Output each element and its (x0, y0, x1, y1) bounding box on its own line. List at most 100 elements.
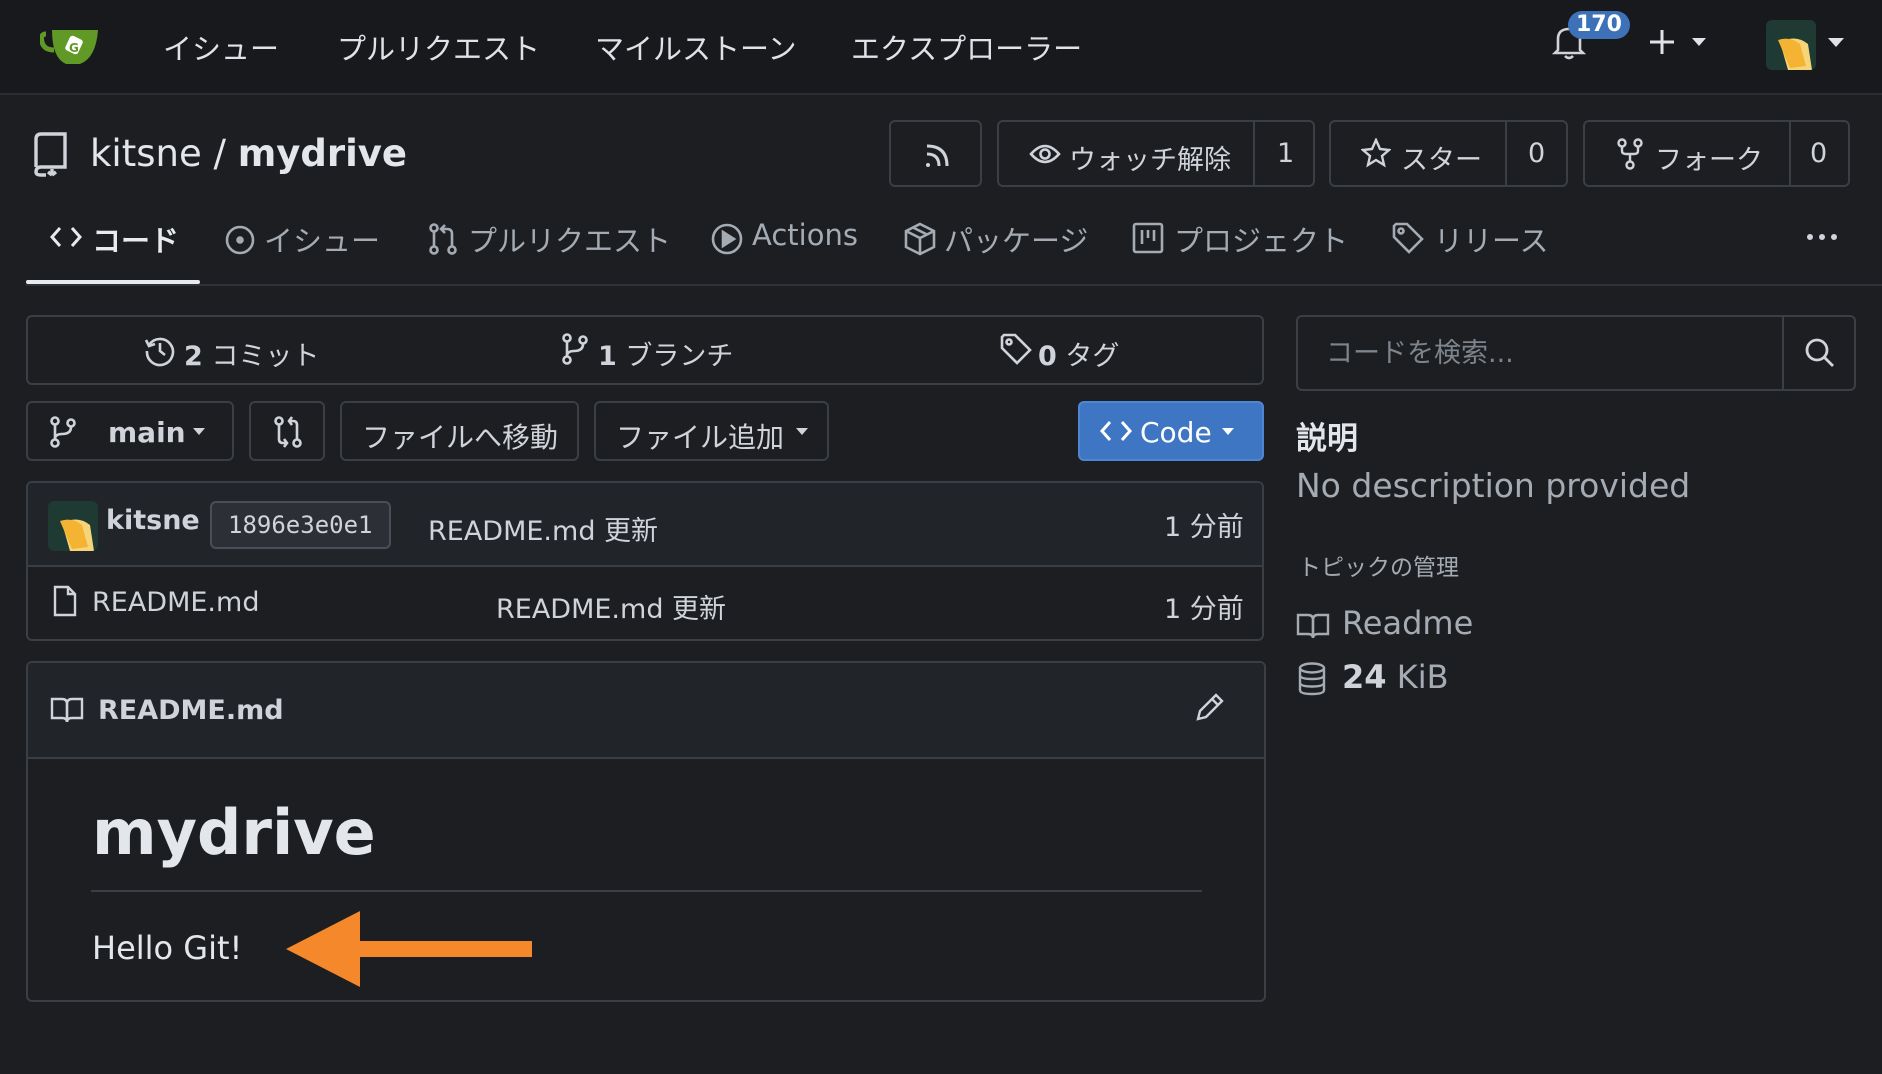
go-to-file-button[interactable]: ファイルへ移動 (340, 401, 579, 461)
chevron-down-icon (1828, 38, 1844, 47)
code-icon (50, 227, 82, 247)
add-file-label: ファイル追加 (616, 421, 785, 454)
code-search (1296, 315, 1856, 391)
fork-button[interactable]: フォーク (1585, 122, 1789, 185)
branches-count: 1 (598, 341, 617, 372)
commit-message[interactable]: README.md 更新 (428, 509, 658, 548)
latest-commit-row: kitsne 1896e3e0e1 README.md 更新 1 分前 (28, 483, 1262, 567)
star-group: スター 0 (1329, 120, 1568, 187)
top-navbar: G イシュー プルリクエスト マイルストーン エクスプローラー 170 (0, 0, 1882, 95)
code-search-input[interactable] (1298, 317, 1782, 389)
tab-packages-label: パッケージ (944, 224, 1089, 258)
readme-panel: README.md mydrive Hello Git! (26, 661, 1266, 1002)
tab-releases-label: リリース (1434, 224, 1549, 258)
fork-count[interactable]: 0 (1810, 138, 1827, 169)
readme-heading: mydrive (92, 796, 376, 869)
nav-explore[interactable]: エクスプローラー (851, 26, 1082, 68)
database-icon (1298, 662, 1326, 696)
tab-code[interactable]: コード (48, 214, 198, 264)
compare-button[interactable] (249, 401, 325, 461)
plus-icon (1650, 30, 1706, 54)
file-name[interactable]: README.md (92, 587, 259, 618)
search-button[interactable] (1782, 317, 1854, 389)
repo-icon (30, 131, 70, 177)
readme-header: README.md (28, 663, 1264, 759)
tab-releases[interactable]: リリース (1390, 214, 1560, 264)
branch-name: main (108, 416, 186, 449)
gitea-logo[interactable]: G (40, 24, 100, 68)
star-count[interactable]: 0 (1528, 138, 1545, 169)
manage-topics-link[interactable]: トピックの管理 (1298, 548, 1459, 582)
tab-divider (26, 284, 1882, 286)
branch-icon (562, 333, 588, 365)
play-icon (711, 223, 743, 255)
divider (1789, 122, 1791, 185)
commit-sha-button[interactable]: 1896e3e0e1 (210, 501, 391, 549)
tab-pull-requests-label: プルリクエスト (468, 224, 672, 258)
star-button[interactable]: スター (1331, 122, 1505, 185)
go-to-file-label: ファイルへ移動 (362, 421, 559, 454)
caret-down-icon (193, 428, 205, 435)
tab-packages[interactable]: パッケージ (902, 214, 1092, 264)
user-menu-button[interactable] (1766, 20, 1848, 72)
eye-icon (1029, 144, 1061, 164)
rss-feed-button[interactable] (889, 120, 982, 187)
tab-issues-label: イシュー (264, 224, 381, 258)
fork-icon (1617, 138, 1643, 170)
repo-name-link[interactable]: mydrive (238, 132, 407, 175)
caret-down-icon (1222, 428, 1234, 435)
repo-description: No description provided (1296, 466, 1691, 505)
tags-link[interactable]: 0 タグ (1000, 317, 1160, 383)
ellipsis-icon (1807, 234, 1837, 240)
watch-count[interactable]: 1 (1277, 138, 1294, 169)
tag-icon (1392, 222, 1424, 254)
compare-icon (274, 416, 302, 448)
history-icon (144, 337, 175, 367)
nav-pull-requests[interactable]: プルリクエスト (337, 26, 540, 68)
commit-time: 1 分前 (1164, 512, 1244, 543)
tags-count: 0 (1038, 341, 1057, 372)
pencil-icon[interactable] (1194, 691, 1226, 723)
tab-pull-requests[interactable]: プルリクエスト (426, 214, 671, 264)
readme-link[interactable]: Readme (1296, 604, 1496, 646)
commits-label: コミット (211, 341, 320, 372)
divider (1253, 122, 1255, 185)
svg-text:G: G (69, 41, 79, 55)
repo-separator: / (213, 132, 226, 175)
file-commit-message[interactable]: README.md 更新 (496, 587, 726, 626)
caret-down-icon (796, 428, 808, 435)
project-board-icon (1132, 222, 1164, 254)
annotation-arrow-icon (286, 911, 532, 987)
branch-selector[interactable]: main (26, 401, 234, 461)
file-commit-time: 1 分前 (1164, 594, 1244, 625)
commits-link[interactable]: 2 コミット (144, 317, 344, 383)
add-file-button[interactable]: ファイル追加 (594, 401, 829, 461)
star-label: スター (1401, 145, 1482, 176)
tab-issues[interactable]: イシュー (222, 214, 382, 264)
nav-milestones[interactable]: マイルストーン (595, 26, 797, 68)
file-row: README.md README.md 更新 1 分前 (28, 569, 1262, 639)
branches-label: ブランチ (625, 341, 734, 372)
fork-label: フォーク (1655, 145, 1763, 176)
code-icon (1100, 421, 1132, 441)
issue-icon (225, 225, 255, 255)
tab-actions[interactable]: Actions (710, 214, 860, 264)
repo-owner-link[interactable]: kitsne (90, 132, 202, 175)
tab-projects[interactable]: プロジェクト (1130, 214, 1350, 264)
create-menu-button[interactable] (1646, 22, 1710, 62)
book-icon (1296, 613, 1330, 639)
branches-link[interactable]: 1 ブランチ (562, 317, 762, 383)
search-icon (1805, 338, 1834, 367)
code-clone-button[interactable]: Code (1078, 401, 1264, 461)
commit-author[interactable]: kitsne (106, 505, 200, 536)
repo-stats-bar: 2 コミット 1 ブランチ 0 タグ (26, 315, 1264, 385)
avatar[interactable] (48, 501, 98, 551)
readme-filename: README.md (98, 695, 284, 726)
avatar (1766, 20, 1816, 70)
code-button-label: Code (1140, 416, 1212, 449)
unwatch-button[interactable]: ウォッチ解除 (999, 122, 1253, 185)
fork-group: フォーク 0 (1583, 120, 1850, 187)
more-tabs-button[interactable] (1800, 222, 1844, 252)
package-icon (904, 222, 936, 256)
nav-issues[interactable]: イシュー (163, 26, 279, 68)
